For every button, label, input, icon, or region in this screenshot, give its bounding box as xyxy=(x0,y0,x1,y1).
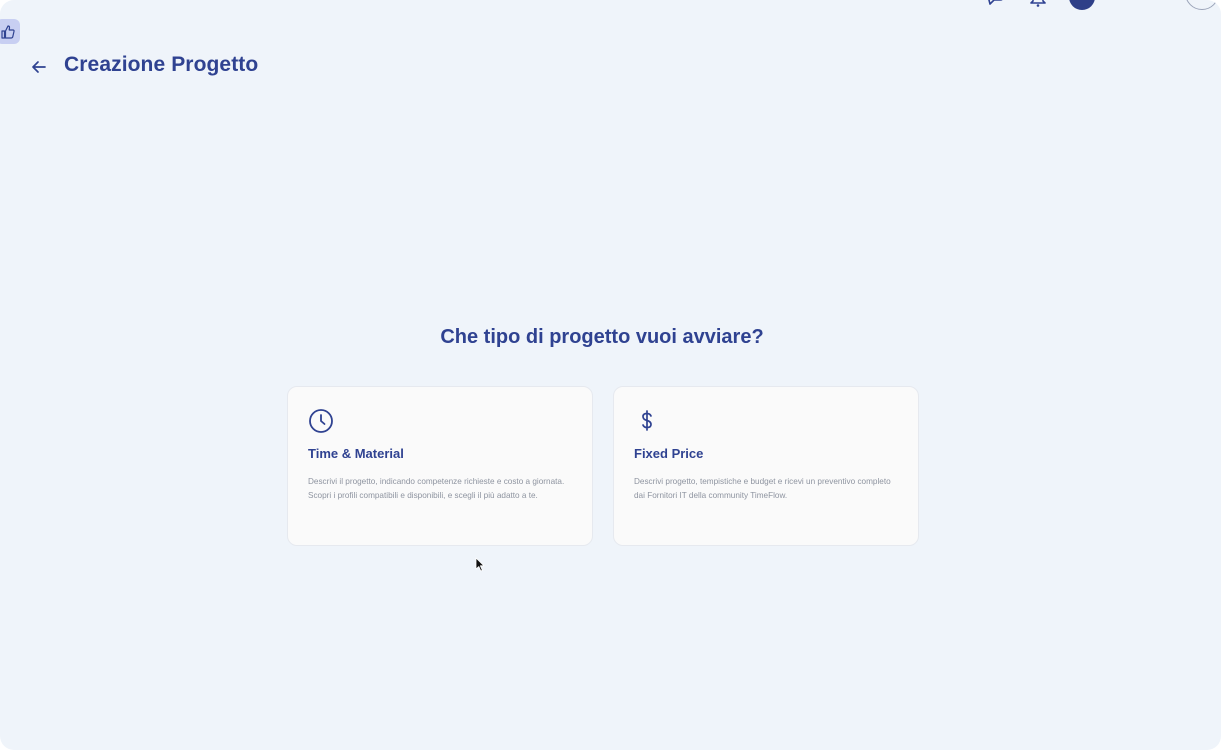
menu-circle-icon[interactable] xyxy=(1185,0,1219,10)
card-title: Time & Material xyxy=(308,446,404,461)
thumbs-up-icon[interactable] xyxy=(0,19,20,44)
app-window: Creazione Progetto Che tipo di progetto … xyxy=(0,0,1221,750)
chat-icon[interactable] xyxy=(985,0,1007,8)
project-type-question: Che tipo di progetto vuoi avviare? xyxy=(440,326,764,348)
bell-icon[interactable] xyxy=(1027,0,1049,8)
card-description: Descrivi progetto, tempistiche e budget … xyxy=(634,477,891,500)
time-material-card[interactable]: Time & Material Descrivi il progetto, in… xyxy=(287,386,593,546)
mouse-cursor-icon xyxy=(475,557,485,572)
clock-icon xyxy=(308,408,334,434)
page-title: Creazione Progetto xyxy=(64,53,259,76)
card-title: Fixed Price xyxy=(634,446,704,461)
card-description: Descrivi il progetto, indicando competen… xyxy=(308,477,565,500)
back-arrow-icon[interactable] xyxy=(30,58,48,76)
fixed-price-card[interactable]: Fixed Price Descrivi progetto, tempistic… xyxy=(613,386,919,546)
dollar-icon xyxy=(634,408,660,434)
avatar[interactable] xyxy=(1069,0,1095,10)
